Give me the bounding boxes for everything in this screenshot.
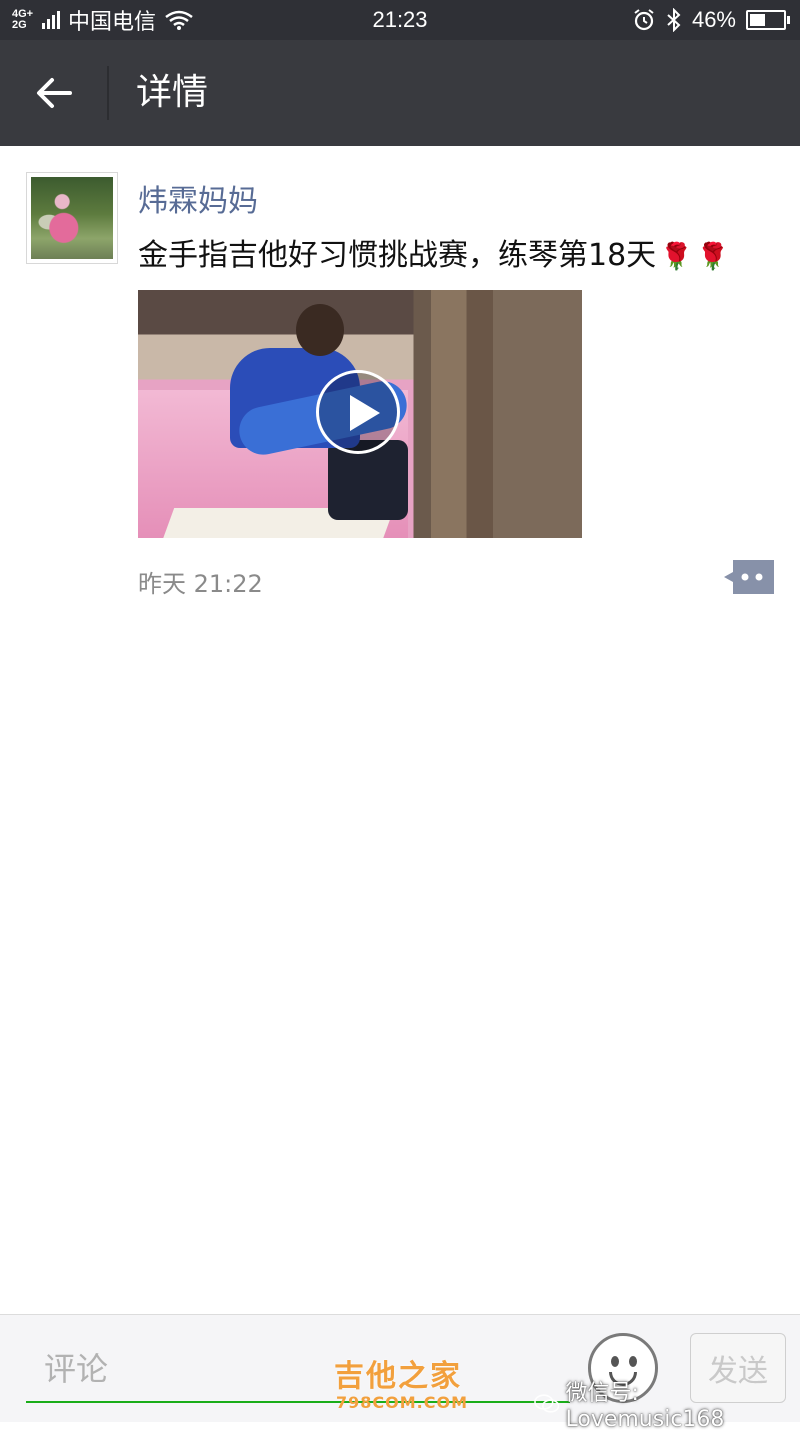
comment-more-icon — [724, 560, 774, 594]
back-button[interactable] — [26, 70, 82, 116]
battery-icon — [746, 10, 790, 30]
wechat-icon — [534, 1393, 560, 1413]
comment-more-button[interactable] — [724, 560, 774, 594]
title-divider — [107, 66, 109, 120]
watermark-account: 微信号: Lovemusic168 — [534, 1375, 800, 1432]
video-scene — [296, 304, 344, 356]
arrow-left-icon — [37, 78, 72, 108]
post-body: 金手指吉他好习惯挑战赛，练琴第18天 — [138, 238, 657, 273]
smiley-eye — [611, 1356, 619, 1367]
post-timestamp: 昨天 21:22 — [138, 570, 263, 598]
battery-fill — [750, 14, 765, 26]
watermark-account-text: 微信号: Lovemusic168 — [565, 1381, 725, 1432]
video-thumbnail[interactable] — [138, 290, 582, 538]
play-circle-icon[interactable] — [316, 370, 400, 454]
smiley-eye — [629, 1356, 637, 1367]
avatar[interactable] — [26, 172, 118, 264]
rose-emoji: 🌹 — [696, 242, 729, 272]
comment-input[interactable] — [26, 1337, 570, 1403]
watermark-logo-sub: 798COM.COM — [336, 1393, 469, 1412]
title-bar: 详情 — [0, 40, 800, 146]
status-bar: 4G+ 2G 中国电信 21:23 46% — [0, 0, 800, 40]
author-name[interactable]: 炜霖妈妈 — [138, 176, 258, 220]
watermark-logo: 吉他之家 — [334, 1359, 462, 1394]
page-title: 详情 — [136, 72, 209, 113]
battery-percent: 46% — [691, 7, 736, 32]
rose-emoji: 🌹 — [660, 242, 693, 272]
status-right: 46% — [632, 0, 790, 40]
bluetooth-icon — [667, 8, 681, 32]
comment-bar: 发送 吉他之家 798COM.COM 微信号: Lovemusic168 — [0, 1314, 800, 1432]
avatar-photo — [31, 177, 113, 259]
alarm-icon — [634, 9, 654, 31]
post-text: 金手指吉他好习惯挑战赛，练琴第18天 🌹 🌹 — [138, 230, 729, 274]
